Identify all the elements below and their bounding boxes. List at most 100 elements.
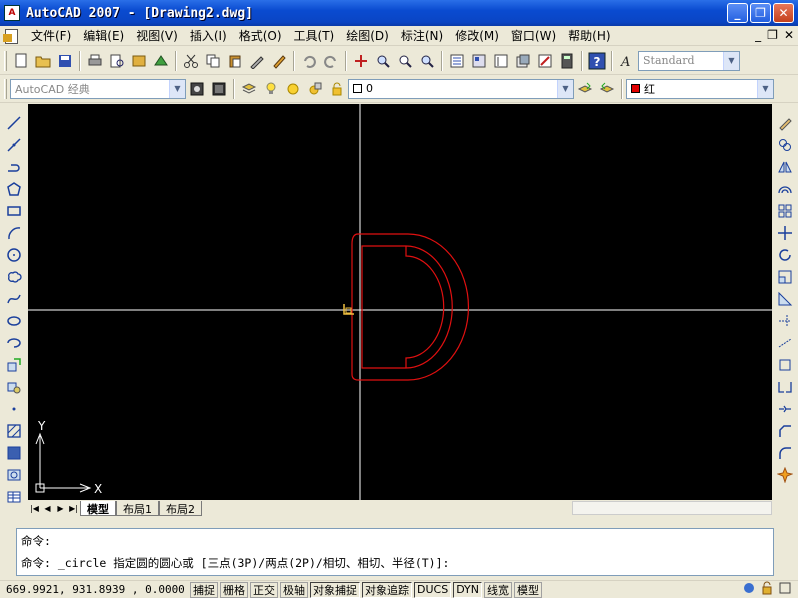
print-preview-icon[interactable] — [106, 50, 128, 72]
array-icon[interactable] — [773, 200, 797, 222]
spline-icon[interactable] — [2, 288, 26, 310]
restore-button[interactable]: ❐ — [750, 3, 771, 23]
new-icon[interactable] — [10, 50, 32, 72]
clean-screen-icon[interactable] — [778, 581, 792, 598]
menu-dimension[interactable]: 标注(N) — [395, 27, 449, 44]
open-icon[interactable] — [32, 50, 54, 72]
menu-file[interactable]: 文件(F) — [25, 27, 77, 44]
copy-icon[interactable] — [202, 50, 224, 72]
workspace-settings-icon[interactable] — [186, 78, 208, 100]
first-tab-button[interactable]: |◀ — [28, 501, 41, 515]
command-history[interactable]: 命令: 命令: _circle 指定圆的圆心或 [三点(3P)/两点(2P)/相… — [16, 528, 774, 576]
doc-minimize-button[interactable]: _ — [755, 28, 761, 42]
erase-icon[interactable] — [773, 112, 797, 134]
tab-layout1[interactable]: 布局1 — [116, 500, 159, 516]
last-tab-button[interactable]: ▶| — [67, 501, 80, 515]
horizontal-scrollbar[interactable] — [572, 501, 772, 515]
dyn-toggle[interactable]: DYN — [453, 581, 483, 598]
insert-block-icon[interactable] — [2, 354, 26, 376]
help-icon[interactable]: ? — [586, 50, 608, 72]
lock-icon[interactable] — [760, 581, 774, 598]
document-icon[interactable] — [3, 28, 21, 44]
calculator-icon[interactable] — [556, 50, 578, 72]
region-icon[interactable] — [2, 464, 26, 486]
publish-icon[interactable] — [128, 50, 150, 72]
offset-icon[interactable] — [773, 178, 797, 200]
match-properties-icon[interactable] — [246, 50, 268, 72]
ducs-toggle[interactable]: DUCS — [414, 581, 452, 598]
model-toggle[interactable]: 模型 — [514, 581, 543, 598]
snap-toggle[interactable]: 捕捉 — [190, 581, 218, 598]
communication-center-icon[interactable] — [742, 581, 756, 598]
menu-edit[interactable]: 编辑(E) — [77, 27, 130, 44]
table-icon[interactable] — [2, 486, 26, 508]
otrack-toggle[interactable]: 对象追踪 — [362, 581, 412, 598]
tab-layout2[interactable]: 布局2 — [159, 500, 202, 516]
trim-icon[interactable] — [773, 310, 797, 332]
print-icon[interactable] — [84, 50, 106, 72]
save-icon[interactable] — [54, 50, 76, 72]
stretch-icon[interactable] — [773, 288, 797, 310]
ellipse-icon[interactable] — [2, 310, 26, 332]
zoom-window-icon[interactable] — [394, 50, 416, 72]
next-tab-button[interactable]: ▶ — [54, 501, 67, 515]
sheet-set-icon[interactable] — [512, 50, 534, 72]
drawing-viewport[interactable]: Y X — [28, 104, 772, 500]
chevron-down-icon[interactable]: ▼ — [169, 79, 185, 98]
make-object-layer-current-icon[interactable] — [574, 78, 596, 100]
revision-cloud-icon[interactable] — [2, 266, 26, 288]
design-center-icon[interactable] — [468, 50, 490, 72]
explode-icon[interactable] — [773, 464, 797, 486]
drawing-canvas[interactable]: Y X — [28, 104, 772, 500]
polygon-icon[interactable] — [2, 178, 26, 200]
line-icon[interactable] — [2, 112, 26, 134]
inner-arc-step[interactable] — [405, 246, 445, 368]
circle-icon[interactable] — [2, 244, 26, 266]
tool-palettes-icon[interactable] — [490, 50, 512, 72]
cut-icon[interactable] — [180, 50, 202, 72]
layer-freeze-sun-icon[interactable] — [282, 78, 304, 100]
paste-icon[interactable] — [224, 50, 246, 72]
menu-view[interactable]: 视图(V) — [130, 27, 184, 44]
join-icon[interactable] — [773, 398, 797, 420]
grid-toggle[interactable]: 栅格 — [220, 581, 248, 598]
layer-on-bulb-icon[interactable] — [260, 78, 282, 100]
tab-model[interactable]: 模型 — [80, 500, 116, 516]
layer-vp-freeze-icon[interactable] — [304, 78, 326, 100]
undo-icon[interactable] — [298, 50, 320, 72]
chevron-down-icon[interactable]: ▼ — [757, 79, 773, 98]
lineweight-toggle[interactable]: 线宽 — [484, 581, 513, 598]
point-icon[interactable] — [2, 398, 26, 420]
arc-icon[interactable] — [2, 222, 26, 244]
prev-tab-button[interactable]: ◀ — [41, 501, 54, 515]
chamfer-icon[interactable] — [773, 420, 797, 442]
doc-close-button[interactable]: ✕ — [784, 28, 794, 42]
layer-lock-icon[interactable] — [326, 78, 348, 100]
menu-help[interactable]: 帮助(H) — [562, 27, 616, 44]
copy-object-icon[interactable] — [773, 134, 797, 156]
break-at-point-icon[interactable] — [773, 354, 797, 376]
chevron-down-icon[interactable]: ▼ — [723, 51, 739, 70]
hatch-icon[interactable] — [2, 420, 26, 442]
text-style-icon[interactable]: A — [616, 50, 638, 72]
layer-manager-icon[interactable] — [238, 78, 260, 100]
gradient-icon[interactable] — [2, 442, 26, 464]
menu-modify[interactable]: 修改(M) — [449, 27, 505, 44]
workspace-combo[interactable]: AutoCAD 经典 ▼ — [10, 78, 186, 99]
block-editor-icon[interactable] — [268, 50, 290, 72]
osnap-toggle[interactable]: 对象捕捉 — [310, 581, 360, 598]
toolbar-grip[interactable] — [4, 50, 7, 71]
redo-icon[interactable] — [320, 50, 342, 72]
color-combo[interactable]: 红 ▼ — [626, 78, 774, 99]
close-button[interactable]: ✕ — [773, 3, 794, 23]
make-block-icon[interactable] — [2, 376, 26, 398]
layer-previous-icon[interactable] — [596, 78, 618, 100]
menu-tools[interactable]: 工具(T) — [288, 27, 341, 44]
mirror-icon[interactable] — [773, 156, 797, 178]
ortho-toggle[interactable]: 正交 — [250, 581, 278, 598]
zoom-realtime-icon[interactable] — [372, 50, 394, 72]
properties-icon[interactable] — [446, 50, 468, 72]
autocad-app-icon[interactable]: A — [4, 5, 20, 21]
scale-icon[interactable] — [773, 266, 797, 288]
3d-dwf-icon[interactable] — [150, 50, 172, 72]
